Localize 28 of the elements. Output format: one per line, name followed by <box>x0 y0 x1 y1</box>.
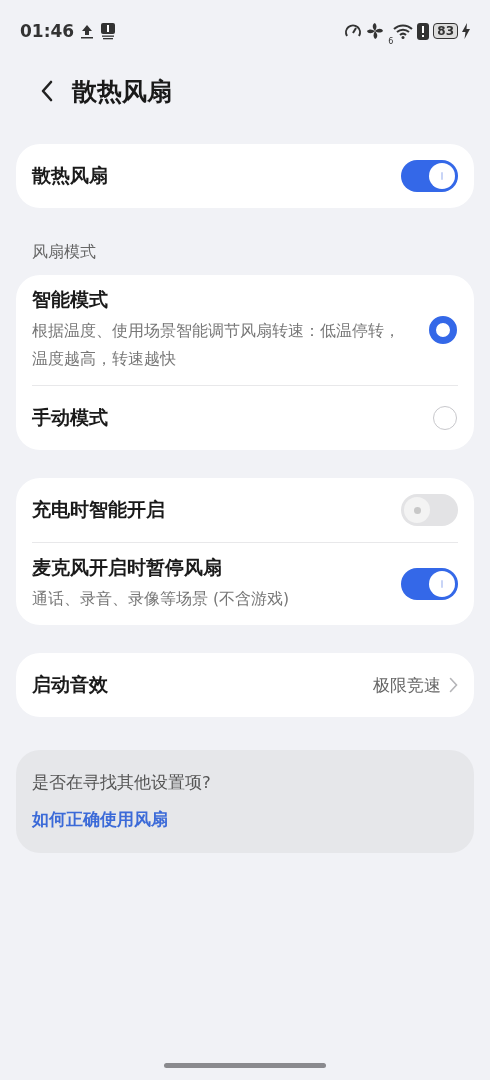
back-icon[interactable] <box>40 79 54 103</box>
wifi-icon <box>393 23 414 39</box>
help-link[interactable]: 如何正确使用风扇 <box>32 808 168 831</box>
fan-icon <box>366 22 385 40</box>
wifi-band-label: 6 <box>388 36 394 46</box>
toggle-switch[interactable] <box>401 494 458 526</box>
toggle-switch[interactable] <box>401 160 458 192</box>
setting-label: 散热风扇 <box>32 163 108 188</box>
upload-icon <box>80 23 95 39</box>
option-description: 根据温度、使用场景智能调节风扇转速：低温停转，温度越高，转速越快 <box>32 321 401 370</box>
notification-icon <box>100 22 117 40</box>
setting-description: 通话、录音、录像等场景 (不含游戏) <box>32 589 291 610</box>
option-label: 手动模式 <box>32 405 109 430</box>
setting-label: 麦克风开启时暂停风扇 <box>32 555 223 580</box>
alert-icon <box>417 22 430 40</box>
help-question: 是否在寻找其他设置项? <box>32 772 212 794</box>
setting-value: 极限竞速 <box>373 673 441 697</box>
option-label: 智能模式 <box>32 287 109 312</box>
section-title: 风扇模式 <box>31 241 97 263</box>
toggle-switch[interactable] <box>401 568 458 600</box>
setting-label: 充电时智能开启 <box>32 497 166 522</box>
page-title: 散热风扇 <box>72 75 172 108</box>
radio-button[interactable] <box>429 316 457 344</box>
status-time: 01:46 <box>20 21 75 41</box>
battery-indicator: 83 <box>433 23 458 39</box>
setting-label: 启动音效 <box>32 672 108 697</box>
charging-icon <box>462 23 470 39</box>
speedometer-icon <box>344 23 363 39</box>
